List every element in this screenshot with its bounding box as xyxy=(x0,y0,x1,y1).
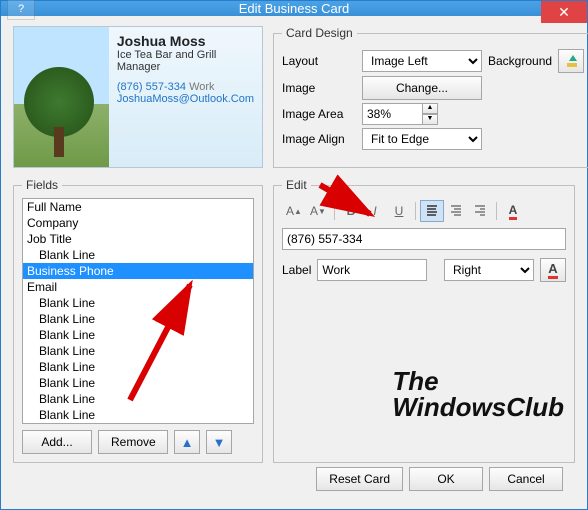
card-design-group: Card Design Layout Image Left Background… xyxy=(273,26,588,168)
preview-name: Joshua Moss xyxy=(117,33,254,49)
background-color-button[interactable] xyxy=(558,49,584,73)
image-area-spinner[interactable]: ▲▼ xyxy=(362,103,438,125)
arrow-up-icon: ▲ xyxy=(181,435,194,450)
align-left-button[interactable] xyxy=(420,200,444,222)
watermark: TheWindowsClub xyxy=(392,368,564,420)
layout-select[interactable]: Image Left xyxy=(362,50,482,72)
list-item[interactable]: Business Phone xyxy=(23,263,253,279)
list-item[interactable]: Job Title xyxy=(23,231,253,247)
spin-down[interactable]: ▼ xyxy=(422,114,438,125)
move-up-button[interactable]: ▲ xyxy=(174,430,200,454)
remove-field-button[interactable]: Remove xyxy=(98,430,168,454)
list-item[interactable]: Email xyxy=(23,279,253,295)
image-area-input[interactable] xyxy=(362,103,422,125)
list-item[interactable]: Blank Line xyxy=(23,343,253,359)
list-item[interactable]: Blank Line xyxy=(23,359,253,375)
list-item[interactable]: Blank Line xyxy=(23,327,253,343)
image-label: Image xyxy=(282,81,356,95)
list-item[interactable]: Blank Line xyxy=(23,311,253,327)
increase-font-button[interactable]: A▲ xyxy=(282,200,306,222)
layout-label: Layout xyxy=(282,54,356,68)
image-align-label: Image Align xyxy=(282,132,356,146)
list-item[interactable]: Company xyxy=(23,215,253,231)
reset-card-button[interactable]: Reset Card xyxy=(316,467,403,491)
label-color-button[interactable]: A xyxy=(540,258,566,282)
preview-phone-label: Work xyxy=(189,81,214,93)
titlebar-help-icon[interactable]: ? xyxy=(7,0,35,20)
close-button[interactable]: ✕ xyxy=(541,1,587,23)
preview-phone: (876) 557-334 xyxy=(117,81,186,93)
fields-listbox[interactable]: Full NameCompanyJob TitleBlank LineBusin… xyxy=(22,198,254,424)
list-item[interactable]: Blank Line xyxy=(23,295,253,311)
list-item[interactable]: Full Name xyxy=(23,199,253,215)
label-input[interactable] xyxy=(317,259,427,281)
image-align-select[interactable]: Fit to Edge xyxy=(362,128,482,150)
font-color-button[interactable]: A xyxy=(501,200,525,222)
background-label: Background xyxy=(488,54,552,68)
change-image-button[interactable]: Change... xyxy=(362,76,482,100)
titlebar: ? Edit Business Card ✕ xyxy=(1,1,587,16)
card-preview: Joshua Moss Ice Tea Bar and Grill Manage… xyxy=(13,26,263,168)
italic-button[interactable]: I xyxy=(363,200,387,222)
align-right-button[interactable] xyxy=(468,200,492,222)
decrease-font-button[interactable]: A▼ xyxy=(306,200,330,222)
list-item[interactable]: Blank Line xyxy=(23,407,253,423)
card-design-legend: Card Design xyxy=(282,26,357,40)
dialog-footer: Reset Card OK Cancel xyxy=(13,467,575,501)
preview-company: Ice Tea Bar and Grill xyxy=(117,49,254,61)
edit-group: Edit A▲ A▼ B I U xyxy=(273,178,575,463)
align-right-icon xyxy=(475,205,485,217)
edit-business-card-dialog: ? Edit Business Card ✕ Joshua Moss Ice T… xyxy=(0,0,588,510)
arrow-down-icon: ▼ xyxy=(213,435,226,450)
align-left-icon xyxy=(427,205,437,217)
bold-button[interactable]: B xyxy=(339,200,363,222)
add-field-button[interactable]: Add... xyxy=(22,430,92,454)
fields-legend: Fields xyxy=(22,178,62,192)
label-label: Label xyxy=(282,263,311,277)
list-item[interactable]: Blank Line xyxy=(23,375,253,391)
underline-button[interactable]: U xyxy=(387,200,411,222)
align-center-icon xyxy=(451,205,461,217)
list-item[interactable]: Blank Line xyxy=(23,391,253,407)
preview-jobtitle: Manager xyxy=(117,61,254,73)
edit-legend: Edit xyxy=(282,178,311,192)
cancel-button[interactable]: Cancel xyxy=(489,467,563,491)
spin-up[interactable]: ▲ xyxy=(422,103,438,114)
image-area-label: Image Area xyxy=(282,107,356,121)
fields-group: Fields Full NameCompanyJob TitleBlank Li… xyxy=(13,178,263,463)
edit-value-input[interactable] xyxy=(282,228,566,250)
label-align-select[interactable]: Right xyxy=(444,259,534,281)
list-item[interactable]: Blank Line xyxy=(23,247,253,263)
window-title: Edit Business Card xyxy=(1,1,587,16)
preview-email: JoshuaMoss@Outlook.Com xyxy=(117,93,254,105)
ok-button[interactable]: OK xyxy=(409,467,483,491)
edit-toolbar: A▲ A▼ B I U xyxy=(282,200,566,222)
move-down-button[interactable]: ▼ xyxy=(206,430,232,454)
align-center-button[interactable] xyxy=(444,200,468,222)
card-image xyxy=(14,27,109,167)
